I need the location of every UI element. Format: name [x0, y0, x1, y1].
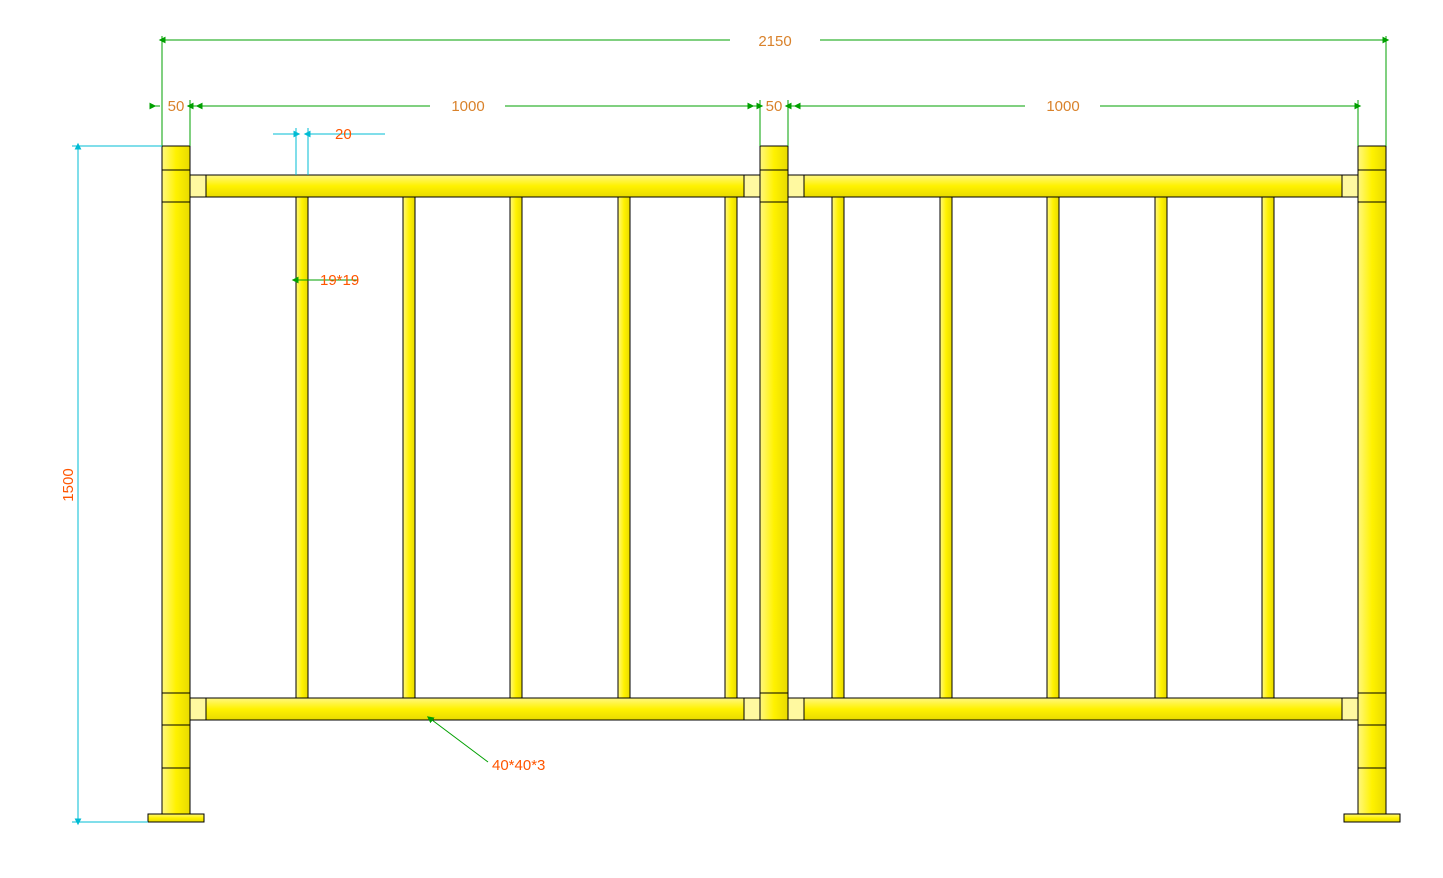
- pickets-left: [296, 197, 737, 698]
- dim-1000a: 1000: [451, 98, 484, 115]
- railing-drawing: 2150 50 1000 50 1000 20 1500 19*19 40*40…: [0, 0, 1443, 878]
- post-right: [1344, 146, 1400, 822]
- dim-picket-20: 20: [273, 126, 385, 175]
- joint-cover: [788, 698, 804, 720]
- post-left: [148, 146, 204, 822]
- joint-cover: [788, 175, 804, 197]
- joint-cover: [744, 175, 760, 197]
- dim-1000b: 1000: [1046, 98, 1079, 115]
- post-middle: [760, 146, 788, 720]
- structure: [148, 146, 1400, 822]
- picket-spec-label: 19*19: [320, 272, 359, 289]
- joint-cover: [744, 698, 760, 720]
- rail-spec-label: 40*40*3: [492, 757, 545, 774]
- pickets-right: [832, 197, 1274, 698]
- callout-rail-spec: 40*40*3: [432, 720, 545, 774]
- dim-50-left: 50: [168, 98, 185, 115]
- dim-2150-label: 2150: [758, 33, 791, 50]
- dim-50-mid: 50: [766, 98, 783, 115]
- dim-20-label: 20: [335, 126, 352, 143]
- dim-height-1500: 1500: [60, 146, 162, 822]
- dim-breakdown: 50 1000 50 1000: [150, 98, 1358, 146]
- dim-1500-label: 1500: [60, 468, 77, 501]
